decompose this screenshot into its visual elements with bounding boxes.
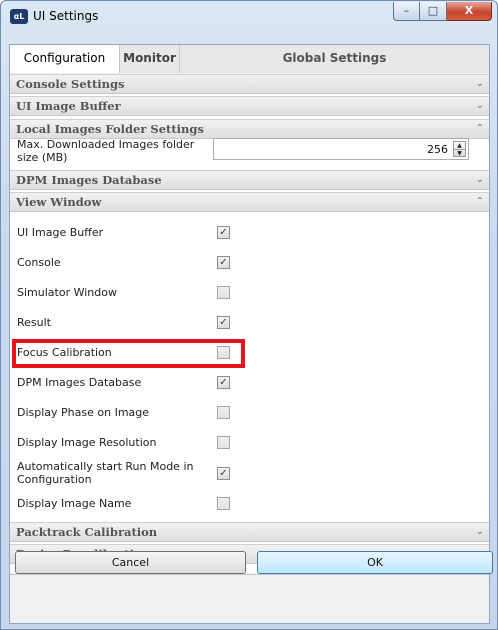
dialog-client-area: Configuration Monitor Global Settings Co… [9, 44, 490, 624]
view-item-checkbox[interactable]: ✓ [217, 226, 230, 239]
chevron-down-icon: ⌄ [475, 78, 484, 89]
max-folder-size-label: Max. Downloaded Images folder size (MB) [17, 138, 194, 164]
cancel-button[interactable]: Cancel [15, 551, 246, 574]
title-bar[interactable]: αL UI Settings – □ X [1, 1, 497, 33]
ok-button[interactable]: OK [257, 551, 493, 574]
focus-calibration-highlight [12, 339, 245, 368]
caption-buttons: – □ X [393, 2, 492, 22]
minimize-button[interactable]: – [393, 2, 420, 21]
view-item-label: Display Phase on Image [17, 406, 150, 419]
section-ui-image-buffer[interactable]: UI Image Buffer ⌄ [10, 96, 489, 116]
view-item-checkbox[interactable]: ✓ [217, 467, 230, 480]
section-dpm-images-database[interactable]: DPM Images Database ⌄ [10, 170, 489, 190]
tab-global-settings[interactable]: Global Settings [180, 45, 489, 73]
view-item-checkbox[interactable]: ✓ [217, 376, 230, 389]
spin-up-icon[interactable]: ▲ [454, 142, 465, 149]
section-label: DPM Images Database [16, 173, 162, 187]
view-item-label: Result [17, 316, 51, 329]
section-view-window[interactable]: View Window ⌃ [10, 192, 489, 212]
view-item-label: Display Image Name [17, 497, 132, 510]
max-folder-size-input[interactable]: 256 ▲ ▼ [213, 138, 469, 160]
tab-monitor[interactable]: Monitor [120, 45, 180, 73]
section-local-images-folder[interactable]: Local Images Folder Settings ⌃ [10, 119, 489, 139]
view-item-label: Automatically start Run Mode in Configur… [17, 460, 193, 486]
close-button[interactable]: X [447, 2, 492, 21]
max-folder-size-label-line1: Max. Downloaded Images folder [17, 138, 195, 151]
maximize-button[interactable]: □ [420, 2, 447, 21]
max-folder-size-value: 256 [427, 143, 448, 156]
tab-configuration[interactable]: Configuration [10, 45, 120, 73]
section-label: UI Image Buffer [16, 99, 121, 113]
section-packtrack-calibration[interactable]: Packtrack Calibration ⌄ [10, 522, 489, 542]
view-item-label: Display Image Resolution [17, 436, 157, 449]
view-item-label: Simulator Window [17, 286, 117, 299]
section-label: Packtrack Calibration [16, 525, 158, 539]
view-item-label-line1: Automatically start Run Mode in [17, 460, 194, 473]
view-item-checkbox[interactable] [217, 497, 230, 510]
settings-panel: Console Settings ⌄ UI Image Buffer ⌄ Loc… [10, 74, 489, 573]
tab-strip: Configuration Monitor Global Settings [10, 45, 489, 73]
section-label: View Window [16, 195, 102, 209]
footer-divider [10, 574, 489, 575]
view-item-checkbox[interactable] [217, 436, 230, 449]
chevron-down-icon: ⌄ [475, 174, 484, 185]
max-folder-size-label-line2: size (MB) [17, 151, 68, 164]
chevron-up-icon: ⌃ [475, 196, 484, 207]
ui-settings-window: αL UI Settings – □ X Configuration Monit… [0, 0, 498, 630]
section-label: Local Images Folder Settings [16, 122, 204, 136]
view-item-checkbox[interactable] [217, 286, 230, 299]
view-item-label: UI Image Buffer [17, 226, 104, 239]
max-folder-size-spinner[interactable]: ▲ ▼ [453, 141, 466, 157]
view-item-label: Console [17, 256, 61, 269]
chevron-up-icon: ⌃ [475, 123, 484, 134]
section-console-settings[interactable]: Console Settings ⌄ [10, 74, 489, 94]
chevron-down-icon: ⌄ [475, 100, 484, 111]
spin-down-icon[interactable]: ▼ [454, 149, 465, 157]
section-label: Console Settings [16, 77, 125, 91]
app-logo-icon: αL [10, 9, 28, 24]
view-item-label: DPM Images Database [17, 376, 142, 389]
view-item-checkbox[interactable]: ✓ [217, 256, 230, 269]
view-item-checkbox[interactable] [217, 406, 230, 419]
view-item-label-line2: Configuration [17, 473, 92, 486]
chevron-down-icon: ⌄ [475, 526, 484, 537]
view-item-checkbox[interactable]: ✓ [217, 316, 230, 329]
window-title: UI Settings [33, 9, 99, 23]
